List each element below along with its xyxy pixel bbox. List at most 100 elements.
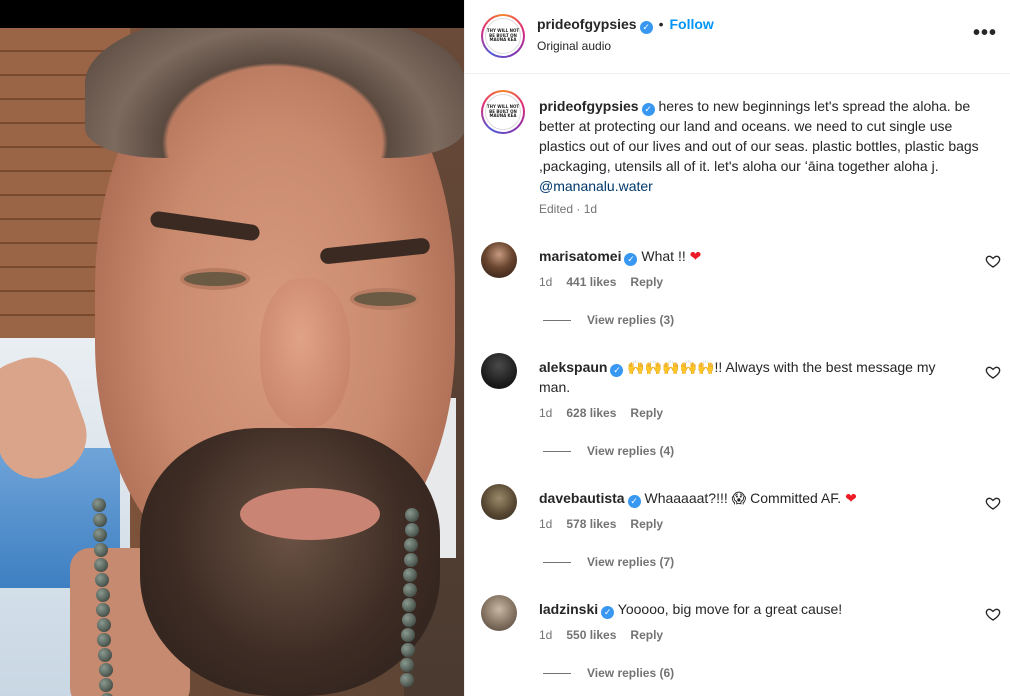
view-replies-label: View replies (7)	[587, 555, 675, 569]
pearl-bead	[403, 553, 418, 567]
left-eye	[180, 268, 250, 290]
pearl-bead	[96, 618, 111, 632]
heart-emoji: ❤	[689, 248, 702, 264]
verified-badge-icon: ✓	[610, 364, 624, 377]
replies-divider	[543, 673, 571, 675]
pearl-bead	[95, 588, 110, 602]
pearl-bead	[402, 598, 416, 612]
verified-badge-icon: ✓	[601, 606, 615, 619]
reply-button[interactable]: Reply	[630, 628, 663, 642]
beard	[140, 428, 440, 696]
post-header: THY WILL NOT BE BUILT ON MAUNA KEA pride…	[465, 0, 1010, 74]
comment-body: ladzinski ✓ Yooooo, big move for a great …	[539, 599, 969, 619]
comment-username[interactable]: marisatomei	[539, 248, 621, 264]
more-options-icon[interactable]: •••	[973, 22, 997, 45]
view-replies-button[interactable]: View replies (7)	[543, 555, 674, 569]
comment-likes[interactable]: 628 likes	[566, 406, 616, 420]
comment-username[interactable]: alekspaun	[539, 359, 607, 375]
header-user-line: prideofgypsies ✓ • Follow	[537, 16, 714, 34]
commenter-avatar[interactable]	[481, 595, 517, 631]
view-replies-label: View replies (4)	[587, 444, 675, 458]
comment-username[interactable]: davebautista	[539, 490, 625, 506]
caption-meta: Edited · 1d	[539, 202, 598, 216]
comment-time: 1d	[539, 275, 553, 289]
heart-emoji: ❤	[845, 490, 857, 506]
video-player[interactable]	[0, 0, 464, 696]
video-frame	[0, 28, 464, 696]
pearl-bead	[92, 498, 106, 512]
caption-author-avatar[interactable]: THY WILL NOT BE BUILT ON MAUNA KEA	[481, 90, 525, 134]
avatar-logo: THY WILL NOT BE BUILT ON MAUNA KEA	[485, 18, 521, 54]
comment-meta: 1d 628 likes Reply	[539, 406, 677, 420]
reply-button[interactable]: Reply	[630, 275, 663, 289]
view-replies-button[interactable]: View replies (6)	[543, 666, 674, 680]
pearl-bead	[98, 663, 113, 677]
verified-badge-icon: ✓	[627, 495, 641, 508]
reply-button[interactable]: Reply	[630, 517, 663, 531]
comment-body: davebautista ✓ Whaaaaat?!!! 😱 Committed A…	[539, 488, 969, 508]
post-panel: THY WILL NOT BE BUILT ON MAUNA KEA pride…	[464, 0, 1010, 696]
heart-outline-icon[interactable]	[985, 364, 1001, 380]
pearl-bead	[399, 673, 414, 687]
video-top-bar	[0, 0, 464, 28]
replies-divider	[543, 562, 571, 564]
pearl-bead	[401, 613, 416, 627]
pearl-bead	[98, 648, 112, 662]
pearl-bead	[400, 643, 415, 657]
verified-badge-icon: ✓	[641, 103, 655, 116]
view-replies-button[interactable]: View replies (3)	[543, 313, 674, 327]
author-username[interactable]: prideofgypsies	[537, 16, 637, 32]
comment-time: 1d	[539, 628, 553, 642]
heart-outline-icon[interactable]	[985, 253, 1001, 269]
caption-text: prideofgypsies ✓ heres to new beginnings …	[539, 96, 994, 196]
author-avatar[interactable]: THY WILL NOT BE BUILT ON MAUNA KEA	[481, 14, 525, 58]
hair	[85, 28, 464, 158]
comment-text: Yooooo, big move for a great cause!	[617, 601, 843, 617]
verified-badge-icon: ✓	[624, 253, 638, 266]
comment-likes[interactable]: 441 likes	[566, 275, 616, 289]
view-replies-label: View replies (3)	[587, 313, 675, 327]
heart-outline-icon[interactable]	[985, 495, 1001, 511]
comment-body: marisatomei ✓ What !! ❤	[539, 246, 969, 266]
reply-button[interactable]: Reply	[630, 406, 663, 420]
audio-link[interactable]: Original audio	[537, 39, 611, 53]
replies-divider	[543, 320, 571, 322]
heart-outline-icon[interactable]	[985, 606, 1001, 622]
pearl-bead	[93, 543, 108, 557]
comment-time: 1d	[539, 406, 553, 420]
comment-item: ladzinski ✓ Yooooo, big move for a great …	[481, 595, 1001, 695]
avatar-logo: THY WILL NOT BE BUILT ON MAUNA KEA	[485, 94, 521, 130]
comment-username[interactable]: ladzinski	[539, 601, 598, 617]
comment-item: alekspaun ✓ 🙌🙌🙌🙌🙌!! Always with the best …	[481, 353, 1001, 463]
comment-likes[interactable]: 578 likes	[566, 517, 616, 531]
view-replies-button[interactable]: View replies (4)	[543, 444, 674, 458]
commenter-avatar[interactable]	[481, 353, 517, 389]
comment-item: marisatomei ✓ What !! ❤ 1d 441 likes Reply …	[481, 242, 1001, 342]
follow-button[interactable]: Follow	[670, 16, 714, 32]
view-replies-label: View replies (6)	[587, 666, 675, 680]
caption-mention[interactable]: @mananalu.water	[539, 178, 653, 194]
nose	[260, 278, 350, 428]
pearl-bead	[403, 568, 417, 582]
comment-body: alekspaun ✓ 🙌🙌🙌🙌🙌!! Always with the best …	[539, 357, 969, 397]
pearl-bead	[402, 583, 417, 597]
pearl-bead	[95, 573, 109, 587]
pearl-bead	[400, 658, 414, 672]
lips	[240, 488, 380, 540]
caption-username[interactable]: prideofgypsies	[539, 98, 639, 114]
comment-meta: 1d 550 likes Reply	[539, 628, 677, 642]
comment-time: 1d	[539, 517, 553, 531]
comment-item: davebautista ✓ Whaaaaat?!!! 😱 Committed A…	[481, 484, 1001, 584]
pearl-bead	[92, 513, 107, 527]
verified-badge-icon: ✓	[639, 21, 653, 34]
pearl-bead	[405, 508, 419, 522]
comment-meta: 1d 441 likes Reply	[539, 275, 677, 289]
commenter-avatar[interactable]	[481, 242, 517, 278]
comment-text: Whaaaaat?!!! 😱 Committed AF.	[644, 490, 846, 506]
comment-text: What !!	[641, 248, 690, 264]
replies-divider	[543, 451, 571, 453]
separator-dot: •	[658, 16, 664, 32]
commenter-avatar[interactable]	[481, 484, 517, 520]
pearl-bead	[401, 628, 415, 642]
comment-likes[interactable]: 550 likes	[566, 628, 616, 642]
